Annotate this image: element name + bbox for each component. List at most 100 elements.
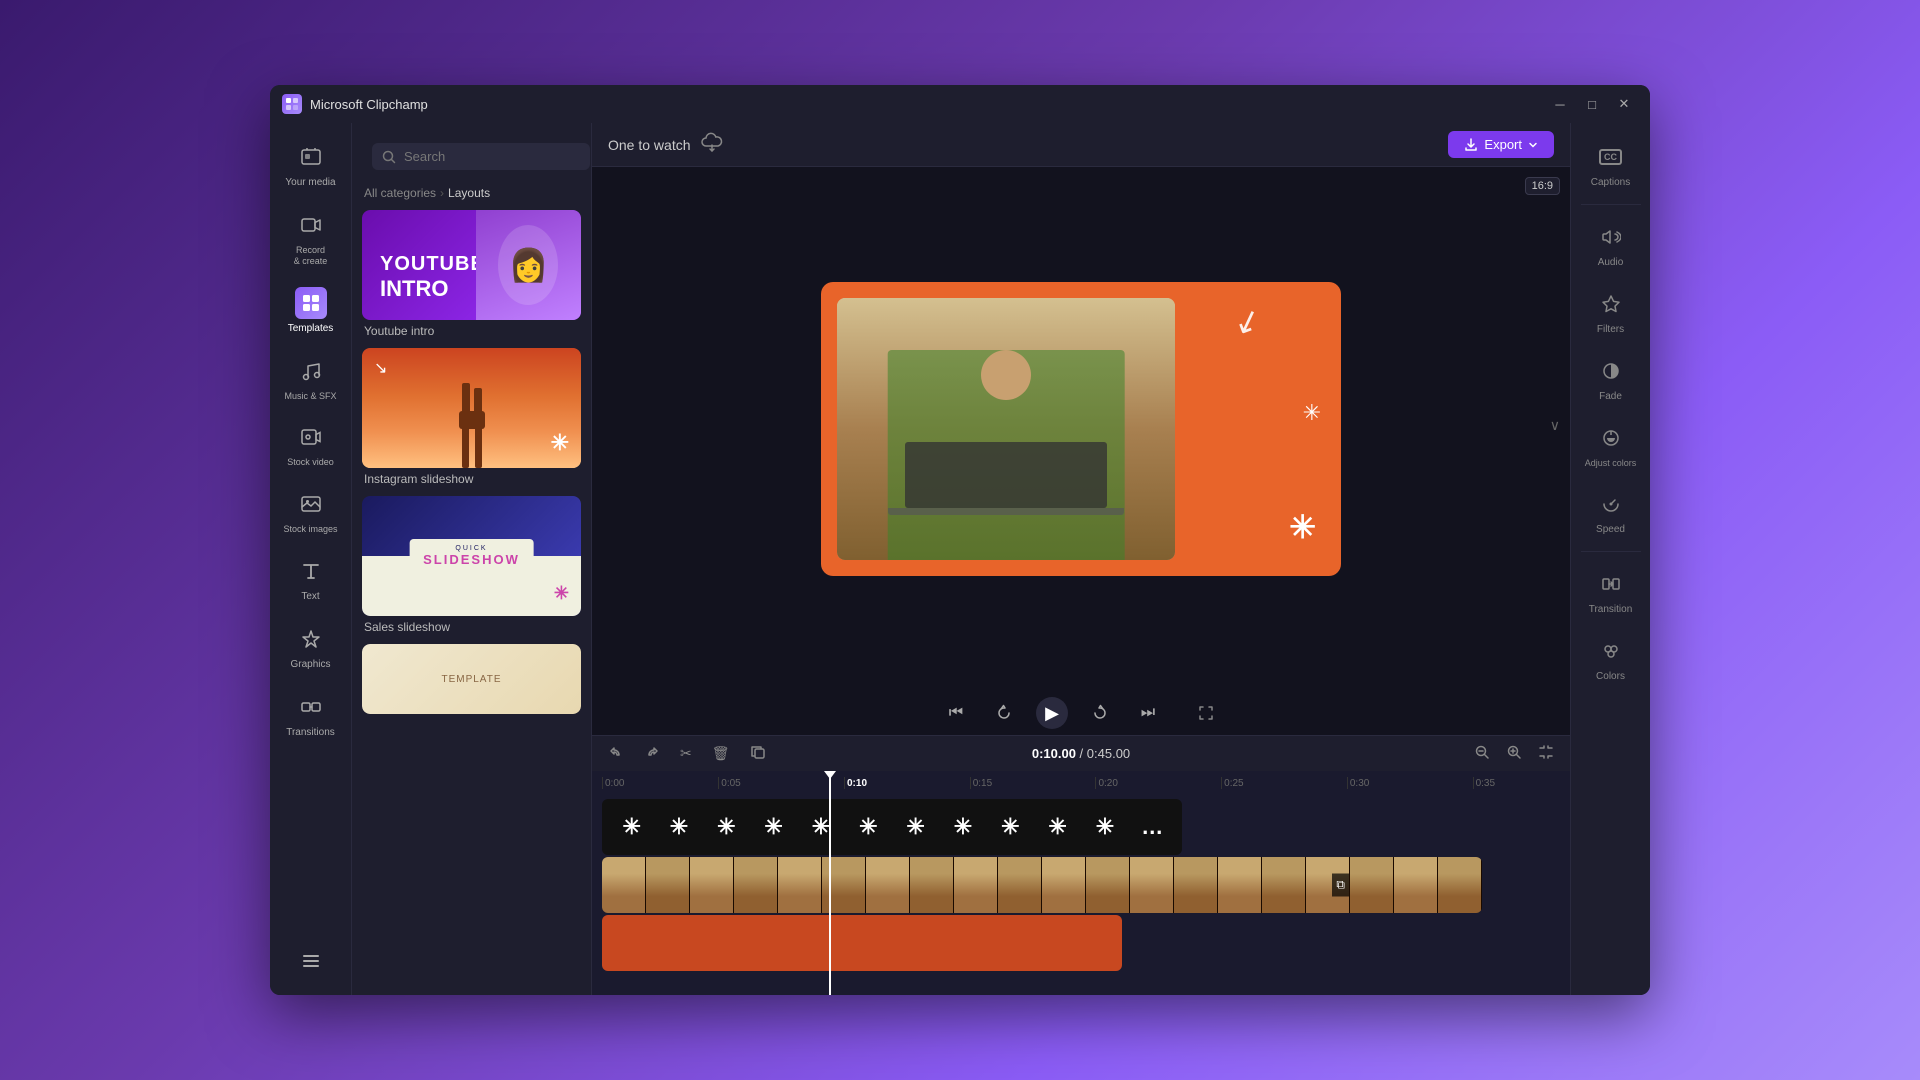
ast-11: ✳ xyxy=(1083,814,1126,840)
time-display: 0:10.00 / 0:45.00 xyxy=(1032,746,1130,761)
breadcrumb-parent[interactable]: All categories xyxy=(364,186,436,200)
playhead-triangle xyxy=(824,771,836,779)
sidebar-item-more[interactable] xyxy=(276,937,346,985)
frame-10 xyxy=(998,857,1042,913)
frame-7 xyxy=(866,857,910,913)
frame-3 xyxy=(690,857,734,913)
copy-button[interactable] xyxy=(744,740,772,767)
forward-button[interactable] xyxy=(1084,697,1116,729)
track-row-asterisk: ✳ ✳ ✳ ✳ ✳ ✳ ✳ ✳ ✳ ✳ ✳ … xyxy=(592,799,1570,855)
filters-icon xyxy=(1595,288,1627,320)
ruler-marks: 0:00 0:05 0:10 0:15 0:20 0:25 0:30 0:35 xyxy=(602,777,1570,789)
delete-button[interactable]: 🗑 xyxy=(706,741,736,766)
template-youtube-intro[interactable]: YOUTUBE INTRO 👩 Youtube intro xyxy=(362,210,581,338)
sidebar-label-graphics: Graphics xyxy=(290,659,330,671)
sidebar-label-your-media: Your media xyxy=(285,177,335,189)
main-content: Your media Record & create Templates Mus… xyxy=(270,123,1650,995)
video-preview: ↙ ✳ ✳ xyxy=(821,282,1341,576)
frame-11 xyxy=(1042,857,1086,913)
right-panel: CC Captions Audio Filters xyxy=(1570,123,1650,995)
tool-speed[interactable]: Speed xyxy=(1577,480,1645,543)
ast-12: … xyxy=(1131,814,1174,840)
captions-label: Captions xyxy=(1591,177,1630,188)
ast-3: ✳ xyxy=(705,814,748,840)
tool-filters[interactable]: Filters xyxy=(1577,280,1645,343)
ruler-mark-2: 0:10 xyxy=(844,777,970,789)
stock-video-icon xyxy=(295,421,327,453)
app-title: Microsoft Clipchamp xyxy=(310,97,428,112)
templates-panel: All categories › Layouts YOUTUBE INTRO 👩 xyxy=(352,123,592,995)
skip-back-button[interactable]: ⏮ xyxy=(940,697,972,729)
tool-captions[interactable]: CC Captions xyxy=(1577,133,1645,196)
colors-label: Colors xyxy=(1596,671,1625,682)
template-card-4[interactable]: TEMPLATE xyxy=(362,644,581,714)
template-label-sales: Sales slideshow xyxy=(362,620,581,634)
templates-icon xyxy=(295,287,327,319)
ruler-mark-5: 0:25 xyxy=(1221,777,1347,789)
export-label: Export xyxy=(1484,137,1522,152)
audio-icon xyxy=(1595,221,1627,253)
sidebar-item-your-media[interactable]: Your media xyxy=(276,133,346,197)
cloud-sync-icon[interactable] xyxy=(701,131,723,158)
minimize-button[interactable]: ─ xyxy=(1546,90,1574,118)
ast-8: ✳ xyxy=(941,814,984,840)
sidebar-item-stock-images[interactable]: Stock images xyxy=(276,480,346,543)
fit-timeline-button[interactable] xyxy=(1532,740,1560,767)
undo-button[interactable] xyxy=(602,740,630,767)
time-separator: / xyxy=(1080,746,1087,761)
maximize-button[interactable]: □ xyxy=(1578,90,1606,118)
sidebar-item-transitions[interactable]: Transitions xyxy=(276,683,346,747)
sales-top-text: QUICK xyxy=(423,545,520,552)
close-button[interactable]: ✕ xyxy=(1610,90,1638,118)
search-input[interactable] xyxy=(404,149,580,164)
collapse-button[interactable]: ∨ xyxy=(1550,169,1560,681)
transition-icon xyxy=(1595,568,1627,600)
template-label-insta: Instagram slideshow xyxy=(362,472,581,486)
sidebar-item-record[interactable]: Record & create xyxy=(276,201,346,275)
rewind-button[interactable] xyxy=(988,697,1020,729)
zoom-controls xyxy=(1468,740,1560,767)
sidebar-item-music[interactable]: Music & SFX xyxy=(276,347,346,410)
play-button[interactable]: ▶ xyxy=(1036,697,1068,729)
template-instagram-slideshow[interactable]: ↘ ✳ Instagram slideshow xyxy=(362,348,581,486)
tool-colors[interactable]: Colors xyxy=(1577,627,1645,690)
redo-button[interactable] xyxy=(638,740,666,767)
stock-images-icon xyxy=(295,488,327,520)
zoom-out-button[interactable] xyxy=(1468,740,1496,767)
frame-5 xyxy=(778,857,822,913)
sidebar-item-stock-video[interactable]: Stock video xyxy=(276,413,346,476)
template-sales-slideshow[interactable]: QUICK SLIDESHOW ✳ Sales slideshow xyxy=(362,496,581,634)
sidebar-label-transitions: Transitions xyxy=(286,727,335,739)
sidebar-label-templates: Templates xyxy=(288,323,334,335)
giraffe-svg xyxy=(437,383,507,468)
template-label-youtube: Youtube intro xyxy=(362,324,581,338)
asterisk-track[interactable]: ✳ ✳ ✳ ✳ ✳ ✳ ✳ ✳ ✳ ✳ ✳ … xyxy=(602,799,1182,855)
speed-label: Speed xyxy=(1596,524,1625,535)
ruler-mark-7: 0:35 xyxy=(1473,777,1570,789)
breadcrumb-current: Layouts xyxy=(448,186,490,200)
frame-edit-icon[interactable]: ⧉ xyxy=(1332,874,1349,897)
tool-audio[interactable]: Audio xyxy=(1577,213,1645,276)
project-title: One to watch xyxy=(608,137,691,153)
export-button[interactable]: Export xyxy=(1448,131,1554,158)
app-icon xyxy=(282,94,302,114)
sidebar-label-record: Record & create xyxy=(294,245,328,267)
video-track[interactable]: ⧉ xyxy=(602,857,1482,913)
track-row-video: ⧉ xyxy=(592,857,1570,913)
sidebar-item-graphics[interactable]: Graphics xyxy=(276,615,346,679)
cut-button[interactable]: ✂ xyxy=(674,741,698,766)
fullscreen-button[interactable] xyxy=(1190,697,1222,729)
tool-fade[interactable]: Fade xyxy=(1577,347,1645,410)
skip-forward-button[interactable]: ⏭ xyxy=(1132,697,1164,729)
frame-20 xyxy=(1438,857,1482,913)
zoom-in-button[interactable] xyxy=(1500,740,1528,767)
sidebar-label-stock-images: Stock images xyxy=(283,524,337,535)
title-bar: Microsoft Clipchamp ─ □ ✕ xyxy=(270,85,1650,123)
tool-adjust-colors[interactable]: Adjust colors xyxy=(1577,414,1645,476)
record-icon xyxy=(295,209,327,241)
editor-toolbar: One to watch Export xyxy=(592,123,1570,167)
orange-track[interactable] xyxy=(602,915,1122,971)
tool-transition[interactable]: Transition xyxy=(1577,560,1645,623)
sidebar-item-templates[interactable]: Templates xyxy=(276,279,346,343)
sidebar-item-text[interactable]: Text xyxy=(276,547,346,611)
